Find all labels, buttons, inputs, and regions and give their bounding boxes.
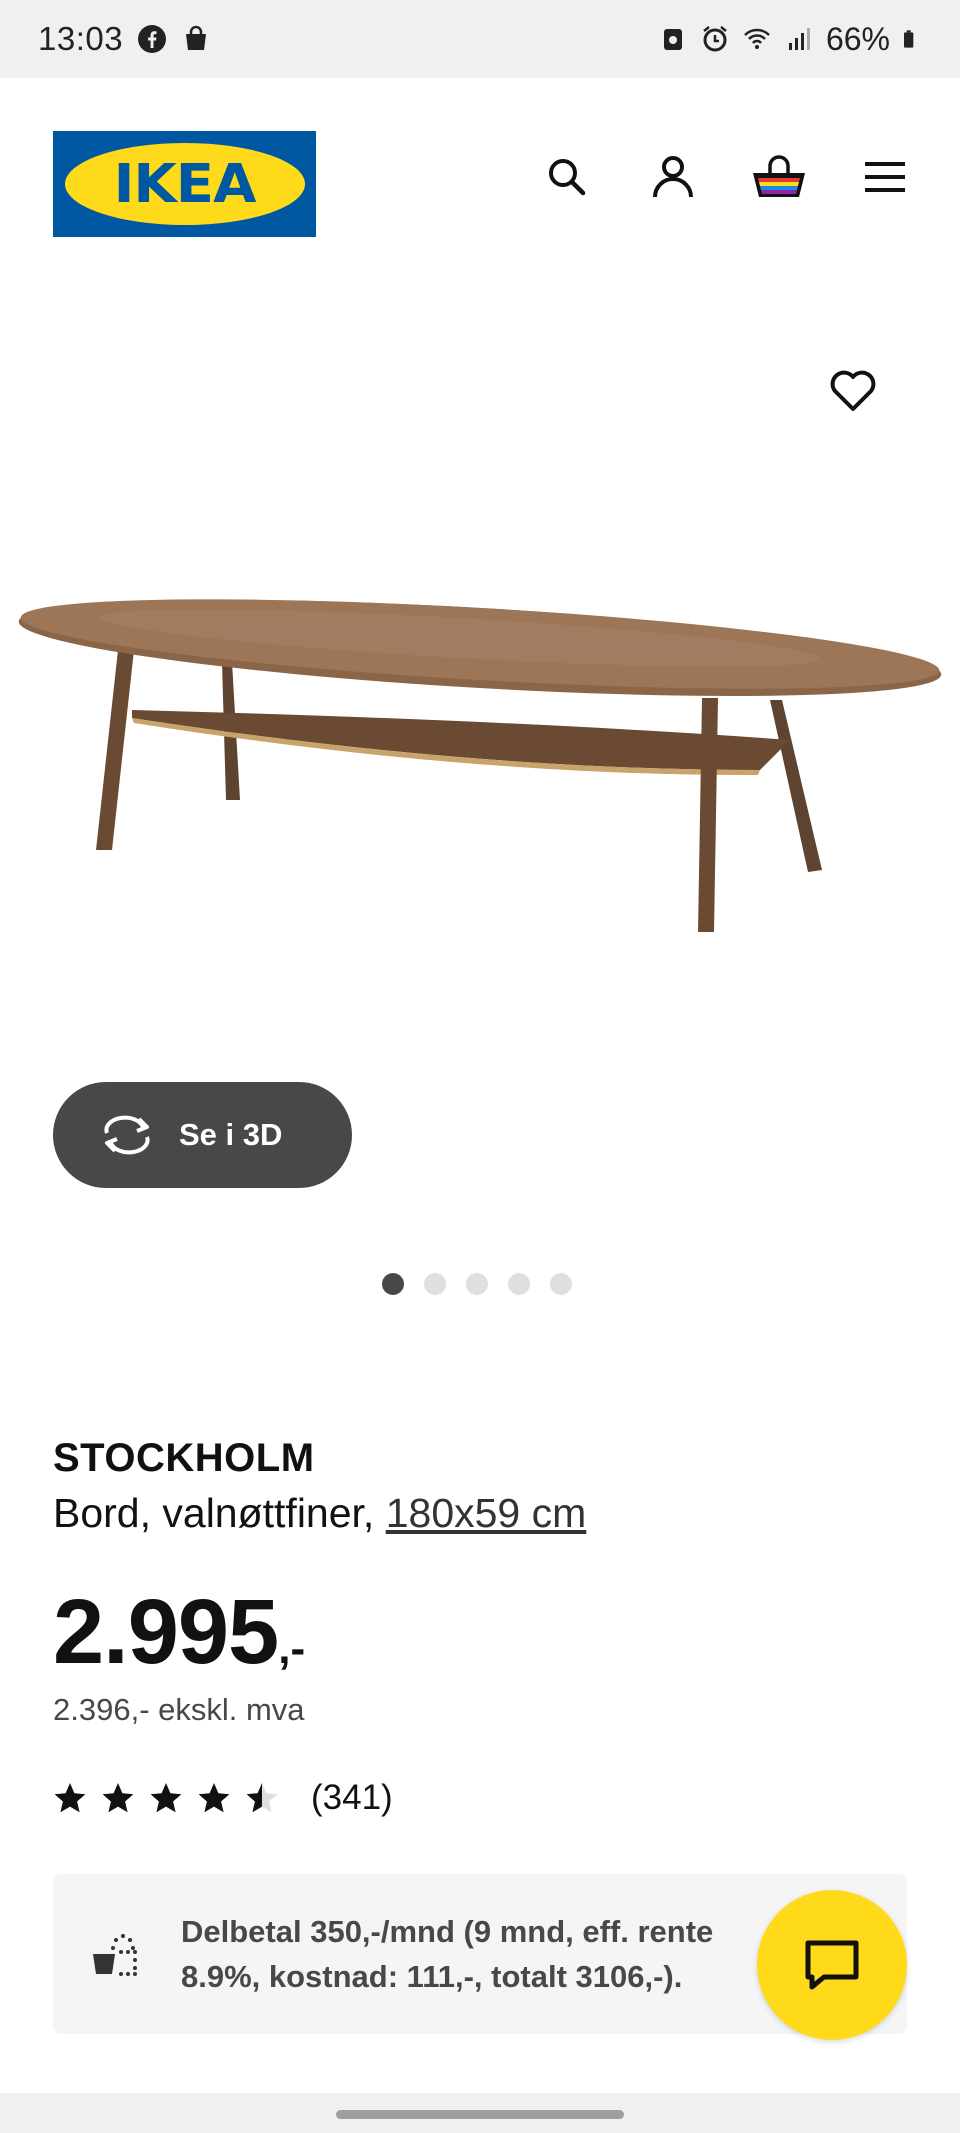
menu-icon bbox=[865, 162, 905, 192]
half-star-icon bbox=[246, 1783, 278, 1813]
carousel-dot[interactable] bbox=[508, 1273, 530, 1295]
search-button[interactable] bbox=[530, 140, 604, 214]
logo-text: IKEA bbox=[113, 153, 257, 215]
alarm-icon bbox=[703, 26, 727, 52]
product-price: 2.995 ,- bbox=[53, 1580, 305, 1685]
price-excl-vat: 2.396,- ekskl. mva bbox=[53, 1692, 305, 1727]
product-rating[interactable]: (341) bbox=[53, 1778, 393, 1818]
product-name: STOCKHOLM bbox=[53, 1436, 315, 1480]
star-icon bbox=[102, 1783, 134, 1813]
wifi-icon bbox=[744, 28, 770, 49]
search-icon bbox=[549, 159, 586, 196]
product-size-link[interactable]: 180x59 cm bbox=[386, 1490, 587, 1536]
system-navigation-bar bbox=[0, 2093, 960, 2133]
star-icon bbox=[198, 1783, 230, 1813]
heart-icon bbox=[830, 370, 876, 411]
image-carousel-dots bbox=[382, 1273, 572, 1295]
price-suffix: ,- bbox=[278, 1624, 306, 1673]
installment-bag-icon bbox=[93, 1934, 137, 1976]
star-icon bbox=[54, 1783, 86, 1813]
view-3d-button[interactable]: Se i 3D bbox=[53, 1082, 352, 1188]
account-button[interactable] bbox=[636, 140, 710, 214]
star-icon bbox=[150, 1783, 182, 1813]
cart-icon bbox=[753, 155, 805, 197]
shopping-bag-icon bbox=[186, 25, 207, 50]
cart-button[interactable] bbox=[742, 140, 816, 214]
site-header: IKEA bbox=[0, 78, 960, 290]
carousel-dot[interactable] bbox=[424, 1273, 446, 1295]
rotate-3d-icon bbox=[104, 1115, 150, 1155]
logo-oval: IKEA bbox=[64, 143, 305, 225]
product-image[interactable] bbox=[0, 570, 960, 950]
view-3d-label: Se i 3D bbox=[179, 1117, 283, 1152]
account-icon bbox=[653, 156, 693, 198]
battery-icon bbox=[904, 30, 914, 48]
chat-icon bbox=[805, 1940, 859, 1990]
ikea-logo[interactable]: IKEA bbox=[53, 131, 316, 237]
carousel-dot[interactable] bbox=[550, 1273, 572, 1295]
lock-icon bbox=[663, 29, 682, 50]
product-description: Bord, valnøttfiner, 180x59 cm bbox=[53, 1490, 586, 1537]
signal-icon bbox=[788, 28, 810, 50]
carousel-dot[interactable] bbox=[466, 1273, 488, 1295]
product-type: Bord, valnøttfiner, bbox=[53, 1490, 386, 1536]
carousel-dot[interactable] bbox=[382, 1273, 404, 1295]
price-main: 2.995 bbox=[53, 1581, 279, 1683]
home-gesture-handle[interactable] bbox=[336, 2110, 624, 2119]
status-time: 13:03 bbox=[38, 20, 124, 57]
rating-count: (341) bbox=[311, 1778, 393, 1817]
status-bar: 13:03 66% bbox=[0, 0, 960, 78]
battery-percentage: 66% bbox=[825, 20, 890, 57]
installment-text: Delbetal 350,-/mnd (9 mnd, eff. rente 8.… bbox=[181, 1914, 714, 1994]
facebook-icon bbox=[138, 25, 167, 53]
menu-button[interactable] bbox=[848, 140, 922, 214]
chat-button[interactable] bbox=[757, 1890, 907, 2040]
favourite-button[interactable] bbox=[816, 354, 890, 428]
